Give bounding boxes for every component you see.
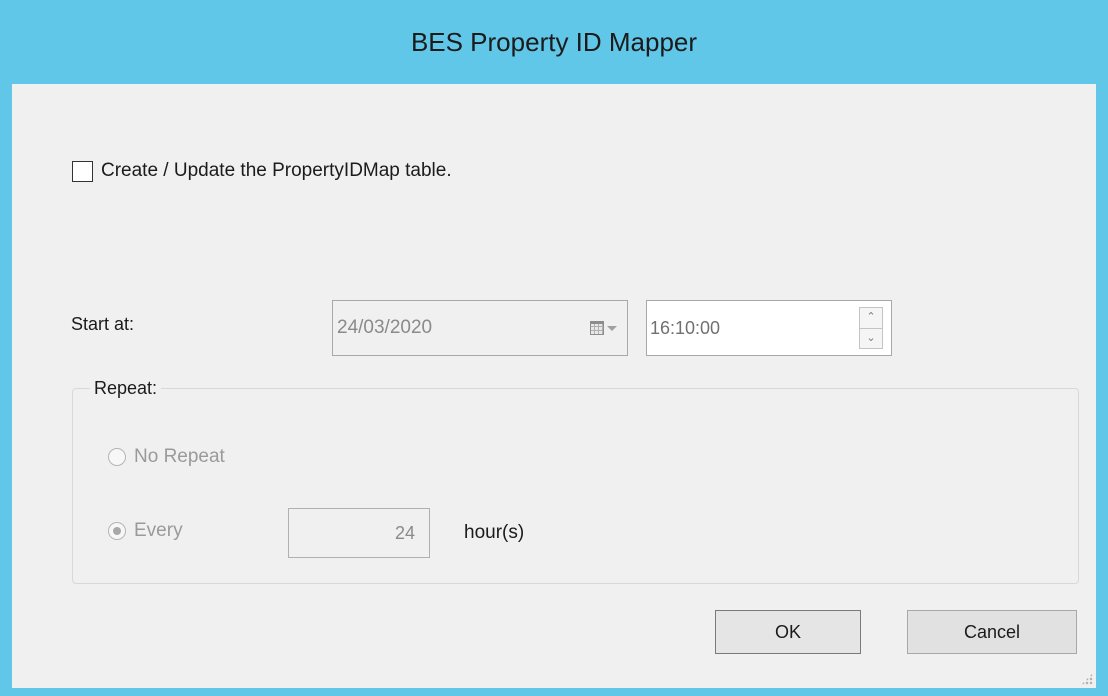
start-date-picker[interactable]: 24/03/2020 [332,300,628,356]
repeat-group [72,388,1079,584]
ok-button[interactable]: OK [715,610,861,654]
start-time-field[interactable]: 16:10:00 ⌃ ⌄ [646,300,892,356]
dialog-window: BES Property ID Mapper Create / Update t… [0,0,1108,696]
cancel-button[interactable]: Cancel [907,610,1077,654]
time-increment-button[interactable]: ⌃ [859,307,883,329]
chevron-down-icon[interactable] [607,325,617,331]
every-radio[interactable] [108,522,126,540]
create-table-checkbox[interactable] [72,160,93,182]
create-table-option[interactable]: Create / Update the PropertyIDMap table. [72,160,452,182]
dialog-title: BES Property ID Mapper [410,26,698,57]
repeat-legend: Repeat: [90,378,162,399]
no-repeat-label[interactable]: No Repeat [134,446,225,468]
start-date-value[interactable]: 24/03/2020 [337,317,590,339]
every-label[interactable]: Every [134,520,183,542]
time-decrement-button[interactable]: ⌄ [859,328,883,349]
dialog-body: Create / Update the PropertyIDMap table.… [12,84,1096,688]
start-time-value[interactable]: 16:10:00 [650,318,891,339]
hours-unit-label: hour(s) [464,522,525,543]
chevron-down-icon: ⌄ [866,331,876,344]
time-spinner[interactable]: ⌃ ⌄ [859,307,883,349]
hours-input[interactable]: 24 [288,508,430,558]
no-repeat-radio[interactable] [108,448,126,466]
create-table-label[interactable]: Create / Update the PropertyIDMap table. [101,160,452,182]
every-option[interactable]: Every [108,520,183,542]
radio-selected-dot [113,527,121,535]
resize-grip[interactable] [1081,673,1093,685]
calendar-dropdown-button[interactable] [590,321,617,335]
start-at-label: Start at: [71,314,135,334]
calendar-icon[interactable] [590,321,604,335]
no-repeat-option[interactable]: No Repeat [108,446,225,468]
chevron-up-icon: ⌃ [866,311,876,324]
